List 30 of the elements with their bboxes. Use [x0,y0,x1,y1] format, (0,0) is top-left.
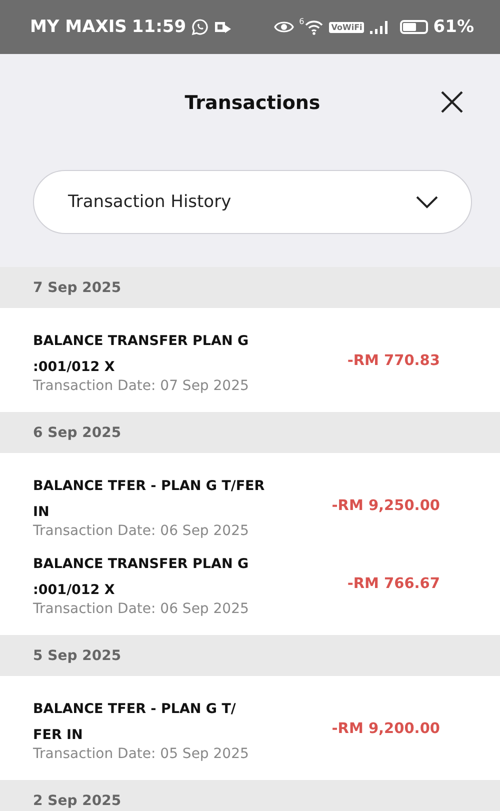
transaction-date: Transaction Date: 05 Sep 2025 [33,746,250,762]
chevron-down-icon [415,195,439,209]
battery-icon [400,20,428,34]
close-icon[interactable] [440,90,464,114]
eye-icon [274,20,294,34]
wifi-generation-label: 6 [299,17,304,26]
vowifi-badge: VoWiFi [329,22,364,32]
transaction-date: Transaction Date: 06 Sep 2025 [33,523,250,539]
transaction-amount: -RM 766.67 [347,576,440,592]
transaction-date: Transaction Date: 06 Sep 2025 [33,601,250,617]
transaction-amount: -RM 9,250.00 [332,498,440,514]
group-date: 7 Sep 2025 [33,280,122,296]
message-icon [214,19,232,35]
group-date: 2 Sep 2025 [33,792,122,808]
transaction-type-dropdown[interactable]: Transaction History [33,170,472,234]
transaction-amount: -RM 770.83 [347,353,440,369]
battery-percentage: 61% [433,17,474,37]
group-date: 5 Sep 2025 [33,648,122,664]
transaction-amount: -RM 9,200.00 [332,721,440,737]
transaction-title: BALANCE TFER - PLAN G T/ FER IN [33,700,237,745]
chat-bubble-icon [191,18,210,36]
transaction-title: BALANCE TFER - PLAN G T/FER IN [33,477,266,522]
transaction-date: Transaction Date: 07 Sep 2025 [33,378,250,394]
group-date: 6 Sep 2025 [33,424,122,440]
page-title: Transactions [184,92,320,114]
clock-time: 11:59 [132,17,186,37]
wifi-icon [304,19,324,35]
transaction-title: BALANCE TRANSFER PLAN G :001/012 X [33,555,250,600]
carrier-name: MY MAXIS [30,17,127,37]
transaction-title: BALANCE TRANSFER PLAN G :001/012 X [33,332,250,377]
